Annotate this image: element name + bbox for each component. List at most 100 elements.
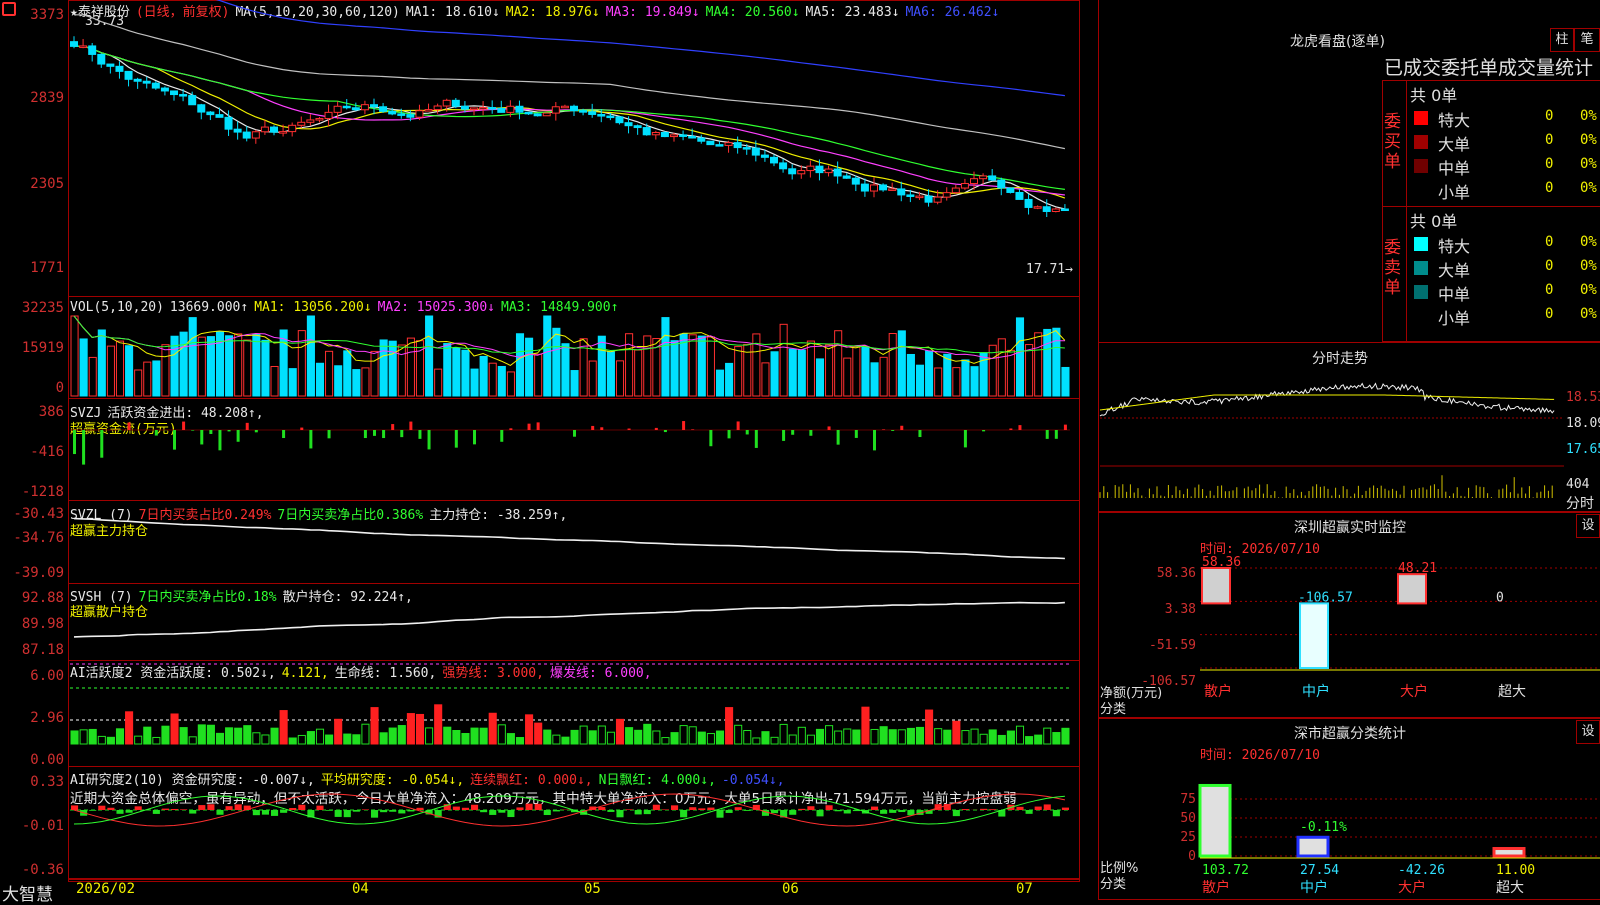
svsh-chart[interactable] <box>70 585 1078 660</box>
activity-bar <box>562 737 569 744</box>
color-swatch <box>1414 183 1428 197</box>
vol-header: VOL(5,10,20)13669.000↑MA1: 13056.200↓MA2… <box>70 300 624 315</box>
research-bar <box>671 805 678 810</box>
activity-bar <box>153 737 160 744</box>
volume-bar <box>935 368 942 396</box>
bar-mode-button[interactable]: 柱 <box>1550 28 1574 52</box>
ai2-chart[interactable] <box>70 768 1078 880</box>
activity-bar <box>880 727 887 744</box>
volume-bar <box>816 359 823 396</box>
activity-bar <box>262 735 269 744</box>
order-count: 0 <box>1545 156 1553 172</box>
research-bar <box>362 809 369 810</box>
volume-bar <box>344 351 351 396</box>
classify-time: 时间: 2026/07/10 <box>1200 744 1320 763</box>
candle-body <box>80 46 87 48</box>
volume-bar <box>462 350 469 396</box>
candle-body <box>1034 207 1041 209</box>
order-percent: 0% <box>1580 108 1597 124</box>
classify-category-label: 超大 <box>1496 880 1524 896</box>
classify-category-label: 散户 <box>1202 879 1230 896</box>
svzj-bar <box>82 430 85 465</box>
ai1-chart[interactable] <box>70 662 1078 766</box>
candle-body <box>516 106 523 112</box>
activity-bar <box>798 727 805 744</box>
activity-bar <box>807 735 814 744</box>
volume-bar <box>353 370 360 396</box>
research-bar <box>607 810 614 812</box>
candle-body <box>789 169 796 174</box>
svzl-axis-2: -39.09 <box>0 565 64 581</box>
order-count: 0 <box>1545 108 1553 124</box>
activity-bar <box>226 728 233 744</box>
order-row: 大单00% <box>1410 256 1600 280</box>
research-bar <box>280 810 287 813</box>
monitor-category-label: 中户 <box>1302 683 1330 700</box>
activity-bar <box>907 728 914 744</box>
svzj-bar <box>418 430 421 439</box>
volume-bar <box>144 362 151 396</box>
activity-bar <box>816 729 823 744</box>
order-row: 中单00% <box>1410 154 1600 178</box>
tick-mode-button[interactable]: 笔 <box>1574 28 1600 52</box>
volume-bar <box>835 331 842 396</box>
candle-body <box>407 115 414 118</box>
research-bar <box>1062 808 1069 810</box>
research-bar <box>171 809 178 810</box>
svzl-chart[interactable] <box>70 502 1078 582</box>
classify-settings-button[interactable]: 设 <box>1576 720 1600 744</box>
svzj-chart[interactable] <box>70 400 1078 500</box>
classify-bar-label: 11.00 <box>1496 863 1535 878</box>
activity-bar <box>189 737 196 744</box>
research-bar <box>889 810 896 813</box>
xaxis-label-4: 07 <box>1016 881 1033 897</box>
dragon-tabs[interactable]: 已成交委托单成交量统计 <box>1384 53 1593 80</box>
ai2-axis-1: -0.01 <box>0 818 64 834</box>
volume-bar <box>571 371 578 396</box>
svzj-bar <box>500 430 503 442</box>
monitor-chart[interactable]: 58.36散户-106.57中户48.21大户0超大 <box>1200 560 1600 716</box>
svzj-bar <box>400 430 403 437</box>
volume-bar <box>153 361 160 396</box>
intraday-axis-1: 18.09 <box>1566 416 1600 431</box>
monitor-settings-button[interactable]: 设 <box>1576 514 1600 538</box>
svzl-axis-0: -30.43 <box>0 506 64 522</box>
candle-body <box>289 125 296 131</box>
activity-bar <box>116 729 123 744</box>
vol-axis-2: 0 <box>0 380 64 396</box>
volume-bar <box>389 341 396 396</box>
svzj-bar <box>128 422 131 430</box>
classify-bar-label: 27.54 <box>1300 863 1339 878</box>
volume-bar <box>380 340 387 396</box>
volume-bar <box>180 332 187 396</box>
svzj-axis-0: 386 <box>0 404 64 420</box>
research-bar <box>180 809 187 810</box>
svzj-bar <box>428 430 431 449</box>
volume-bar <box>689 335 696 396</box>
volume-chart[interactable] <box>70 314 1078 398</box>
activity-bar <box>616 719 623 744</box>
volume-bar <box>189 318 196 396</box>
volume-bar <box>907 354 914 396</box>
classify-category-label: 大户 <box>1398 879 1426 896</box>
research-bar <box>235 804 242 810</box>
svzj-bar <box>728 430 731 438</box>
candle-body <box>616 117 623 123</box>
classify-chart[interactable]: 103.72散户27.54中户-42.26大户11.00超大 <box>1200 778 1600 898</box>
volume-bar <box>235 334 242 396</box>
price-chart[interactable] <box>70 14 1078 296</box>
activity-bar <box>544 730 551 744</box>
svzj-bar <box>200 430 203 444</box>
activity-bar <box>71 731 78 744</box>
volume-bar <box>871 363 878 396</box>
svzj-bar <box>918 430 921 437</box>
activity-bar <box>744 731 751 744</box>
candle-body <box>234 129 241 132</box>
activity-bar <box>198 725 205 744</box>
dragon-divider-h <box>1382 206 1600 207</box>
vol-value: 13669.000↑ <box>170 300 248 315</box>
vol-axis-1: 15919 <box>0 340 64 356</box>
activity-bar <box>716 731 723 744</box>
intraday-chart[interactable] <box>1100 370 1564 510</box>
monitor-bar-label: 58.36 <box>1202 555 1241 570</box>
